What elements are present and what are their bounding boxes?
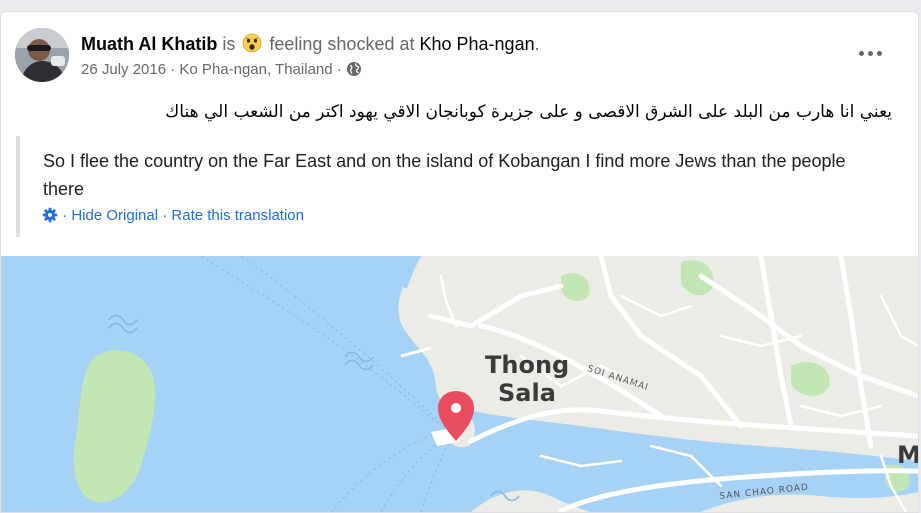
translation-text: So I flee the country on the Far East an… [43,151,846,199]
post-date[interactable]: 26 July 2016 [81,61,166,78]
gear-icon[interactable] [42,207,62,224]
rate-translation-link[interactable]: Rate this translation [171,207,304,224]
meta-separator: · [170,61,176,79]
map-label-town-line2: Sala [498,379,556,407]
more-options-button[interactable] [852,40,888,66]
translation-actions: · Hide Original · Rate this translation [42,206,304,226]
feeling-text: feeling shocked at [269,34,415,54]
action-separator: · [62,207,68,225]
post-header: Muath Al Khatib is feeling shocked at Kh… [81,32,540,59]
map-label-edge: M [897,441,918,469]
place-link[interactable]: Kho Pha-ngan [420,34,535,54]
post-meta: 26 July 2016 · Ko Pha-ngan, Thailand · [81,60,362,80]
more-options-icon [858,50,864,56]
avatar-photo [15,28,69,82]
post-location[interactable]: Ko Pha-ngan, Thailand [179,61,332,78]
author-avatar[interactable] [15,28,69,82]
more-options-icon [876,50,882,56]
hide-original-link[interactable]: Hide Original [71,207,158,224]
map-graphic [1,256,918,512]
map-label-town-line1: Thong [485,351,570,379]
header-period: . [534,34,540,54]
post-body-original: يعني انا هارب من البلد على الشرق الاقصى … [165,102,892,122]
more-options-icon [867,50,873,56]
shocked-emoji-icon [242,33,262,59]
location-map[interactable]: Thong Sala SOI ANAMAI SAN CHAO ROAD M [1,256,918,512]
globe-icon[interactable] [346,61,362,78]
action-separator: · [162,207,168,225]
is-word: is [222,34,236,54]
meta-separator: · [336,61,342,79]
author-name[interactable]: Muath Al Khatib [81,34,217,54]
translation-block: So I flee the country on the Far East an… [16,136,896,237]
post-card: Muath Al Khatib is feeling shocked at Kh… [0,11,919,513]
